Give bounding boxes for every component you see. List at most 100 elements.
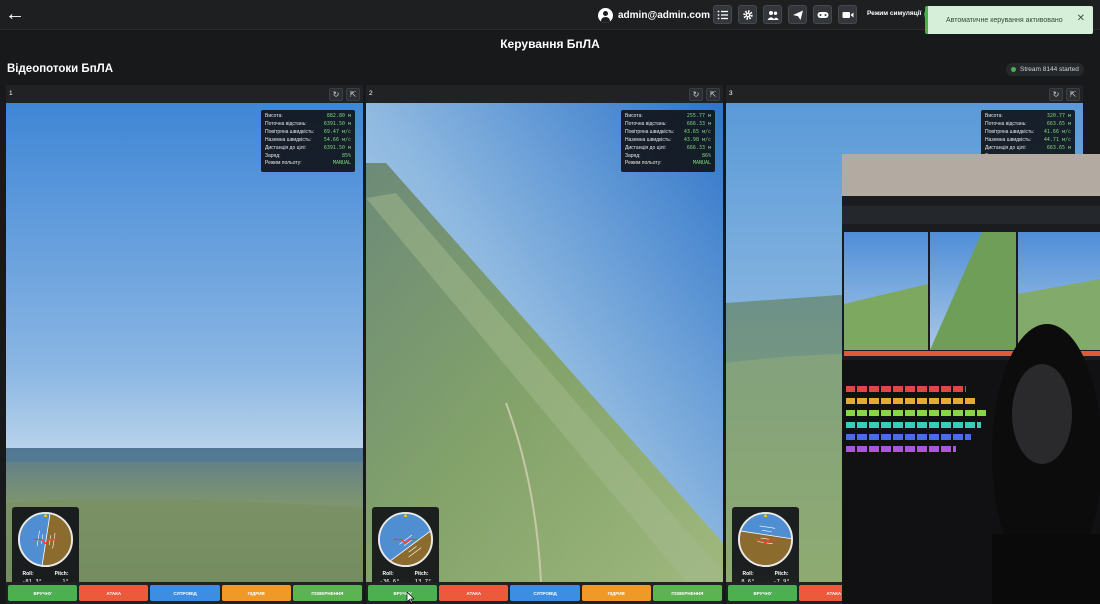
roll-label: Roll: — [382, 571, 394, 577]
users-button[interactable] — [763, 5, 782, 24]
telemetry-label: Дистанція до цілі: — [265, 144, 307, 151]
fullscreen-icon[interactable]: ⇱ — [706, 88, 720, 101]
video-panel: 1 ↻ ⇱ Висота: 882.80 м Поточна відстань:… — [6, 85, 363, 604]
telemetry-value: 43.65 м/с — [683, 128, 711, 135]
mode-buttons-bar: ВРУЧНУАТАКАСУПРОВІДПІДРИВПОВЕРНЕННЯ — [368, 585, 723, 601]
attitude-widget: Roll: Pitch: -81.3° 1° — [12, 507, 79, 582]
refresh-icon[interactable]: ↻ — [1049, 88, 1063, 101]
attitude-indicator — [377, 511, 434, 568]
fullscreen-icon[interactable]: ⇱ — [1066, 88, 1080, 101]
pitch-label: Pitch: — [54, 571, 69, 577]
telemetry-label: Висота: — [985, 113, 1003, 119]
video-camera-button[interactable] — [838, 5, 857, 24]
telemetry-row: Наземна швидкість: 54.66 м/с — [265, 137, 351, 145]
telemetry-row: Поточна відстань: 6391.50 м — [265, 121, 351, 129]
attitude-widget: Roll: Pitch: 8.6° -7.9° — [732, 507, 799, 582]
telemetry-label: Поточна відстань: — [625, 120, 667, 127]
telemetry-value: 86% — [701, 152, 711, 159]
mode-button-4[interactable]: ПОВЕРНЕННЯ — [292, 585, 363, 601]
pitch-value: 13.7° — [414, 579, 432, 582]
pitch-value: 1° — [62, 579, 69, 582]
telemetry-label: Режим польоту: — [265, 160, 302, 167]
mode-button-0[interactable]: ВРУЧНУ — [368, 585, 438, 601]
list-icon — [717, 10, 728, 20]
back-arrow-icon[interactable]: ← — [4, 4, 26, 24]
camera-overlay-image — [842, 154, 1100, 604]
telemetry-value: MANUAL — [332, 160, 351, 167]
telemetry-row: Висота: 320.77 м — [985, 113, 1071, 121]
telemetry-box: Висота: 255.77 м Поточна відстань: 666.3… — [621, 110, 715, 172]
stream-status-badge: Stream 8144 started — [1006, 63, 1084, 76]
telemetry-value: 44.71 м/с — [1043, 136, 1071, 143]
telemetry-label: Висота: — [625, 113, 643, 119]
mode-button-0[interactable]: ВРУЧНУ — [8, 585, 78, 601]
panel-number: 2 — [369, 90, 373, 97]
telemetry-row: Повітряна швидкість: 43.65 м/с — [625, 129, 711, 137]
telemetry-label: Повітряна швидкість: — [625, 128, 675, 135]
mode-button-2[interactable]: СУПРОВІД — [150, 585, 220, 601]
mode-button-1[interactable]: АТАКА — [439, 585, 509, 601]
telemetry-row: Дистанція до цілі: 663.65 м — [985, 145, 1071, 153]
telemetry-label: Дистанція до цілі: — [625, 144, 667, 151]
settings-button[interactable] — [738, 5, 757, 24]
page-title: Керування БпЛА — [500, 37, 600, 51]
telemetry-value: 255.77 м — [686, 113, 711, 119]
telemetry-row: Заряд: 85% — [265, 153, 351, 161]
telemetry-value: 54.66 м/с — [323, 136, 351, 143]
gamepad-button[interactable] — [813, 5, 832, 24]
telemetry-value: 666.33 м — [686, 144, 711, 151]
avatar-icon — [598, 7, 613, 23]
roll-value: -81.3° — [22, 579, 42, 582]
user-account[interactable]: admin@admin.com — [598, 6, 710, 24]
video-stream[interactable]: Висота: 255.77 м Поточна відстань: 666.3… — [366, 103, 723, 582]
panel-header: 1 ↻ ⇱ — [6, 85, 363, 103]
roll-label: Roll: — [22, 571, 34, 577]
close-icon[interactable]: ✕ — [1077, 13, 1085, 24]
telemetry-row: Повітряна швидкість: 69.47 м/с — [265, 129, 351, 137]
pitch-value: -7.9° — [773, 579, 790, 582]
fullscreen-icon[interactable]: ⇱ — [346, 88, 360, 101]
telemetry-value: 85% — [341, 152, 351, 159]
mode-button-3[interactable]: ПІДРИВ — [581, 585, 651, 601]
telemetry-row: Поточна відстань: 666.33 м — [625, 121, 711, 129]
telemetry-row: Висота: 255.77 м — [625, 113, 711, 121]
panel-header: 2 ↻ ⇱ — [366, 85, 723, 103]
telemetry-value: 6391.50 м — [323, 120, 351, 127]
telemetry-row: Наземна швидкість: 43.98 м/с — [625, 137, 711, 145]
send-button[interactable] — [788, 5, 807, 24]
roll-value: -36.6° — [379, 579, 400, 582]
telemetry-value: 666.33 м — [686, 120, 711, 127]
telemetry-label: Наземна швидкість: — [265, 136, 312, 143]
list-button[interactable] — [713, 5, 732, 24]
telemetry-label: Повітряна швидкість: — [265, 128, 315, 135]
panel-header: 3 ↻ ⇱ — [726, 85, 1083, 103]
pitch-label: Pitch: — [414, 571, 429, 577]
refresh-icon[interactable]: ↻ — [689, 88, 703, 101]
telemetry-row: Повітряна швидкість: 41.66 м/с — [985, 129, 1071, 137]
mode-button-1[interactable]: АТАКА — [79, 585, 149, 601]
telemetry-label: Режим польоту: — [625, 160, 662, 167]
simulation-mode-label: Режим симуляції — [867, 10, 922, 17]
mode-buttons-bar: ВРУЧНУАТАКАСУПРОВІДПІДРИВПОВЕРНЕННЯ — [8, 585, 363, 601]
user-email: admin@admin.com — [618, 9, 710, 21]
gear-icon — [743, 10, 753, 20]
mode-button-4[interactable]: ПОВЕРНЕННЯ — [652, 585, 723, 601]
telemetry-value: 320.77 м — [1046, 113, 1071, 119]
mouse-cursor-icon — [406, 592, 414, 604]
refresh-icon[interactable]: ↻ — [329, 88, 343, 101]
telemetry-value: 43.98 м/с — [683, 136, 711, 143]
telemetry-label: Заряд: — [265, 152, 281, 159]
video-stream[interactable]: Висота: 882.80 м Поточна відстань: 6391.… — [6, 103, 363, 582]
telemetry-row: Заряд: 86% — [625, 153, 711, 161]
panel-number: 3 — [729, 90, 733, 97]
telemetry-label: Наземна швидкість: — [625, 136, 672, 143]
toast-message: Автоматичне керування активовано — [946, 17, 1063, 24]
roll-label: Roll: — [742, 571, 754, 577]
mode-button-3[interactable]: ПІДРИВ — [221, 585, 291, 601]
mode-button-2[interactable]: СУПРОВІД — [510, 585, 580, 601]
mode-button-0[interactable]: ВРУЧНУ — [728, 585, 798, 601]
telemetry-row: Дистанція до цілі: 666.33 м — [625, 145, 711, 153]
roll-value: 8.6° — [741, 579, 755, 582]
telemetry-row: Наземна швидкість: 44.71 м/с — [985, 137, 1071, 145]
section-title: Відеопотоки БпЛА — [7, 63, 114, 75]
